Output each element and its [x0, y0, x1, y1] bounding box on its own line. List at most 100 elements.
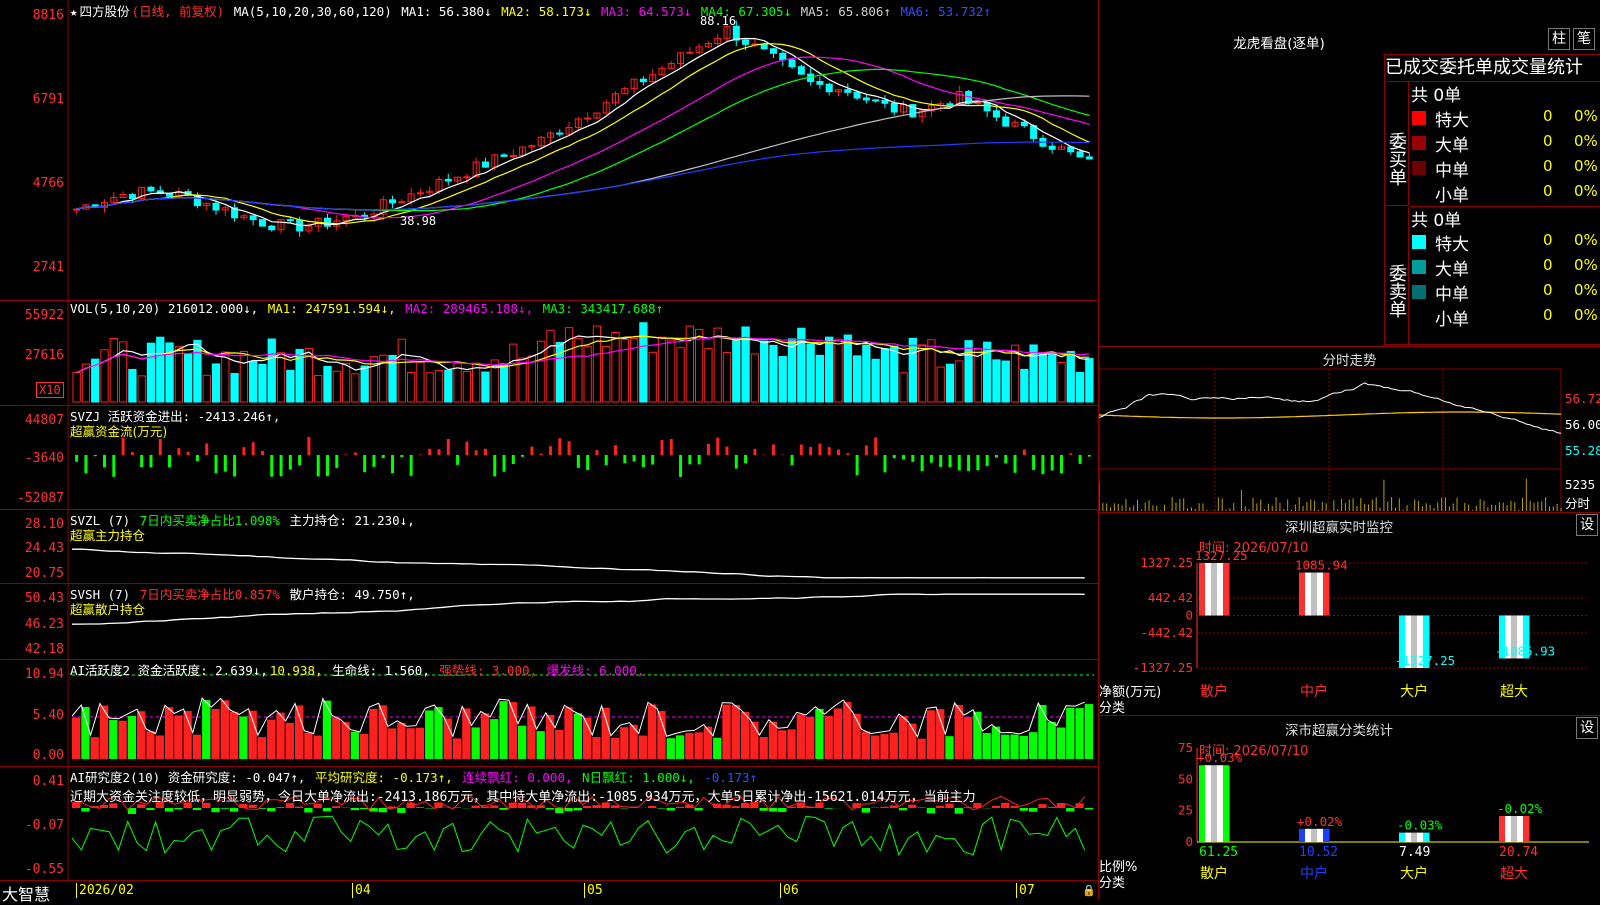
activity-bar [499, 701, 507, 759]
research-bar [592, 805, 600, 808]
candle-body [891, 103, 897, 112]
stat-tabs[interactable]: 已成交委托单成交量统计 [1384, 54, 1600, 82]
candle-body [1003, 117, 1009, 126]
activity-bar [434, 707, 442, 759]
volume-bar [547, 330, 554, 402]
activity-bar [564, 707, 572, 759]
volume-bar [175, 347, 182, 402]
sell-swatch-2 [1412, 285, 1426, 299]
volume-bar [714, 328, 721, 402]
brand-logo: 大智慧 [2, 881, 50, 905]
ai-research-panel[interactable]: AI研究度2(10) 资金研究度: -0.047↑, 平均研究度: -0.173… [0, 766, 1098, 880]
volume-bar [426, 373, 433, 402]
volume-bar [250, 362, 257, 402]
candle-body [687, 52, 693, 53]
sz-class-bar-0 [1199, 765, 1230, 842]
activity-bar [778, 730, 786, 759]
activity-bar [397, 723, 405, 759]
volume-bar [203, 375, 210, 402]
research-bar [1085, 808, 1093, 809]
favorite-star-icon[interactable]: ★ [70, 4, 78, 19]
research-bar [732, 806, 740, 808]
ai-active-panel[interactable]: AI活跃度2 资金活跃度: 2.639↓,10.938, 生命线: 1.560,… [0, 659, 1098, 767]
kline-chart[interactable] [0, 0, 1098, 300]
buy-pct-2: 0% [1574, 157, 1598, 175]
research-bar [555, 808, 563, 813]
candle-body [585, 118, 591, 119]
activity-bar [221, 700, 229, 759]
volume-bar [668, 340, 675, 402]
volume-bar [268, 339, 275, 402]
ai-research-ytick-1: -0.07 [2, 818, 64, 833]
sz-monitor-bar-label-3: -1085.93 [1495, 643, 1555, 658]
sz-class-category-2: 大户 [1400, 865, 1428, 882]
activity-bar [369, 709, 377, 759]
sz-class-ytick-2: 25 [1178, 803, 1193, 818]
sz-monitor-panel[interactable]: 深圳超赢实时监控 设 时间: 2026/07/10 1327.25442.420… [1099, 512, 1600, 716]
volume-bar [956, 361, 963, 402]
volume-bar [853, 356, 860, 402]
tick-mode-button[interactable]: 笔 [1573, 28, 1595, 50]
svzl-ytick-0: 28.10 [2, 517, 64, 532]
sz-class-panel[interactable]: 深市超赢分类统计 设 时间: 2026/07/10 7550250+0.03%6… [1099, 715, 1600, 901]
period-mode[interactable]: (日线, 前复权) [132, 4, 225, 19]
ma2-value: MA2: 58.173↓ [501, 4, 591, 19]
volume-bar [937, 367, 944, 402]
date-tick-2: 05 [584, 883, 603, 898]
research-bar [249, 805, 257, 808]
research-bar [825, 808, 833, 809]
research-bar [360, 808, 368, 809]
volume-panel[interactable]: VOL(5,10,20) 216012.000↓, MA1: 247591.59… [0, 300, 1098, 406]
kline-ytick-2: 4766 [2, 176, 64, 191]
svzl-ytick-1: 24.43 [2, 541, 64, 556]
intraday-price-1: 56.00 [1565, 417, 1600, 432]
activity-bar [276, 713, 284, 759]
intraday-vol: 5235 [1565, 477, 1595, 492]
volume-bar [129, 369, 136, 402]
intraday-chart[interactable] [1099, 347, 1600, 513]
activity-bar [249, 711, 257, 759]
sz-class-bar-3 [1499, 816, 1530, 842]
sz-monitor-ytick-4: -1327.25 [1133, 660, 1193, 675]
volume-bar [705, 349, 712, 402]
research-bar [193, 808, 201, 810]
buy-label-3: 小单 [1435, 181, 1469, 206]
research-bar [499, 808, 507, 810]
volume-bar [891, 346, 898, 402]
candle-body [845, 90, 851, 93]
bar-mode-button[interactable]: 柱 [1548, 28, 1570, 50]
volume-bar [324, 366, 331, 402]
buy-swatch-1 [1412, 136, 1426, 150]
activity-bar [406, 728, 414, 759]
research-bar [351, 808, 359, 810]
svzl-panel[interactable]: SVZL (7) 7日内买卖净占比1.098% 主力持仓: 21.230↓, 超… [0, 509, 1098, 584]
research-bar [1029, 808, 1037, 812]
activity-bar [620, 727, 628, 759]
sell-label-3: 小单 [1435, 305, 1469, 330]
intraday-panel[interactable]: 分时走势 56.72 56.00 55.28 5235 分时 [1099, 346, 1600, 513]
candle-body [798, 67, 804, 74]
sz-monitor-bar-label-0: 1327.25 [1195, 548, 1248, 563]
sell-total: 共 0单 [1411, 206, 1461, 231]
activity-bar [481, 713, 489, 759]
svzj-panel[interactable]: SVZJ 活跃资金进出: -2413.246↑, 超赢资金流(万元) 44807… [0, 405, 1098, 510]
ai-research-nday: N日飘红: 1.000↓, [582, 770, 695, 785]
research-bar [760, 808, 768, 811]
volume-bar [733, 339, 740, 402]
activity-bar [667, 738, 675, 759]
candle-body [482, 162, 488, 167]
volume-bar [212, 364, 219, 402]
kline-panel[interactable]: ★四方股份(日线, 前复权) MA(5,10,20,30,60,120) MA1… [0, 0, 1098, 301]
research-bar [694, 808, 702, 810]
volume-bar [277, 353, 284, 402]
svsh-panel[interactable]: SVSH (7) 7日内买卖净占比0.857% 散户持仓: 49.750↑, 超… [0, 583, 1098, 660]
ma1-line [77, 39, 1090, 226]
research-bar [379, 808, 387, 812]
lock-icon[interactable]: 🔒 [1082, 884, 1096, 897]
candle-body [780, 53, 786, 60]
svzj-ytick-2: -52087 [2, 491, 64, 506]
candle-body [445, 179, 451, 181]
volume-bar [101, 350, 108, 402]
ai-research-ytick-0: 0.41 [2, 774, 64, 789]
vol-ma1: MA1: 247591.594↓, [268, 301, 396, 316]
